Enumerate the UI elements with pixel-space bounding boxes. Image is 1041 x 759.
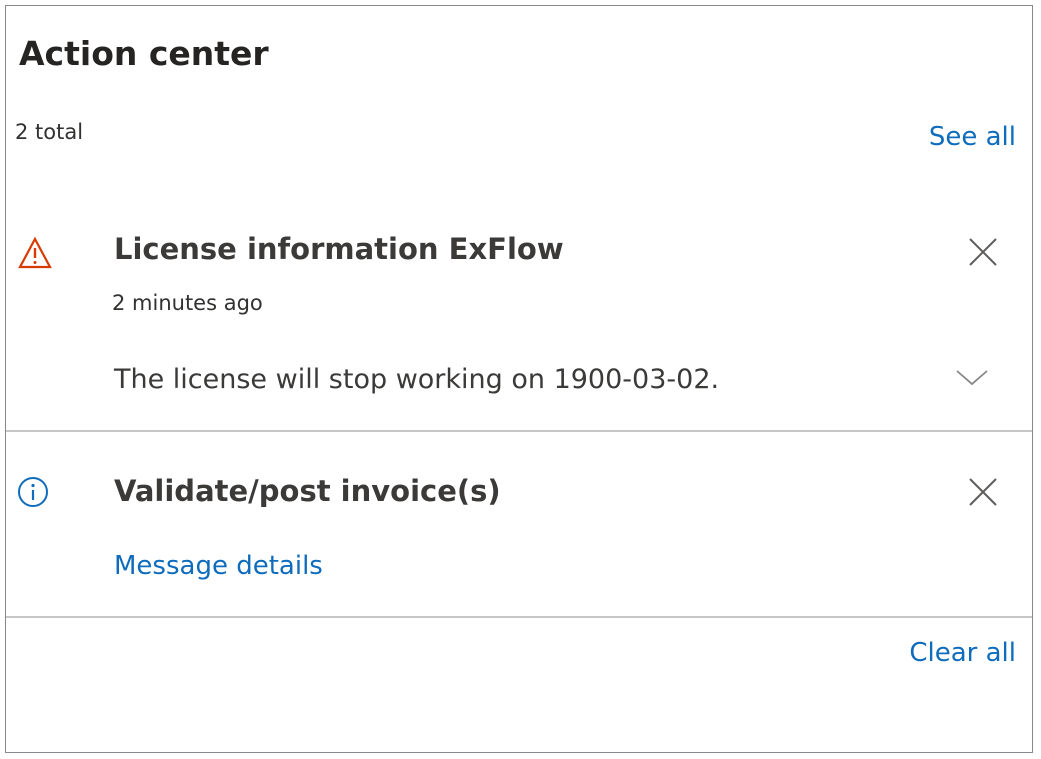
see-all-link[interactable]: See all	[929, 122, 1016, 152]
notification-message: The license will stop working on 1900-03…	[114, 364, 720, 395]
warning-icon	[18, 236, 52, 269]
page-title: Action center	[19, 34, 269, 73]
action-center-panel: Action center 2 total See all License in…	[5, 5, 1033, 753]
chevron-down-icon[interactable]	[954, 366, 990, 388]
divider	[6, 616, 1032, 618]
notification-title: Validate/post invoice(s)	[114, 474, 501, 508]
close-icon[interactable]	[966, 475, 1000, 509]
notification-timestamp: 2 minutes ago	[112, 291, 263, 315]
message-details-link[interactable]: Message details	[114, 551, 323, 581]
info-icon	[18, 477, 48, 507]
divider	[6, 430, 1032, 432]
notification-count: 2 total	[15, 120, 84, 144]
clear-all-link[interactable]: Clear all	[909, 638, 1016, 668]
close-icon[interactable]	[966, 235, 1000, 269]
notification-title: License information ExFlow	[114, 232, 564, 266]
